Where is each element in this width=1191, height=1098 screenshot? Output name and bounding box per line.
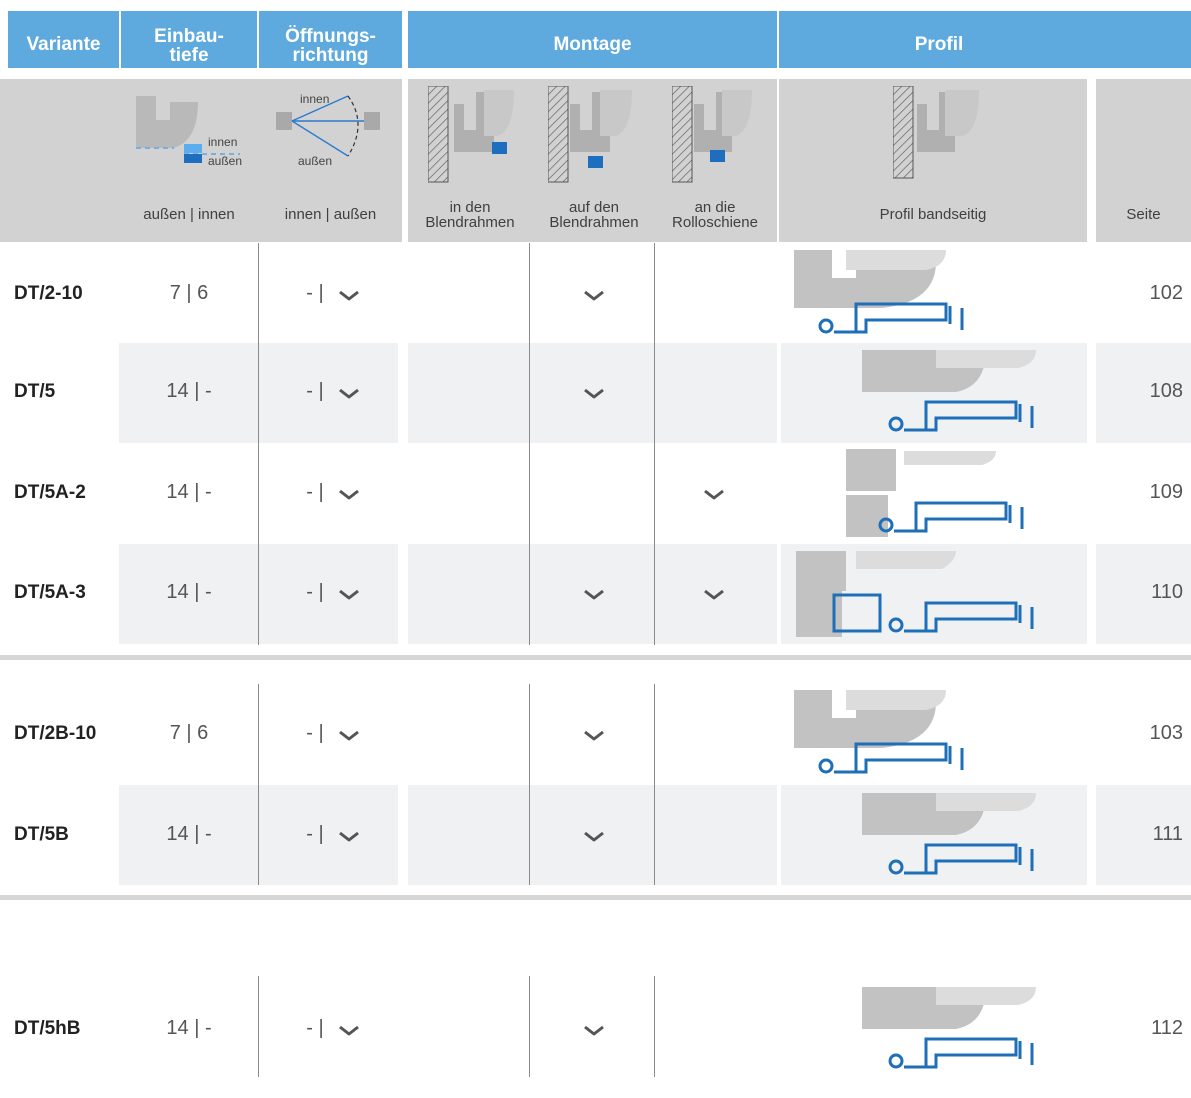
profile-drawing	[786, 346, 1046, 443]
group-separator-1	[0, 655, 1191, 660]
oeffnung-value: - |	[306, 481, 324, 503]
montage-auf-den-icon	[548, 86, 632, 183]
page-number: 109	[1149, 481, 1183, 503]
divider-montage-a-g1	[529, 243, 530, 645]
profil-bandseitig-icon	[893, 86, 979, 179]
oeffnung-check-icon	[338, 487, 360, 506]
an-die-check-icon	[703, 587, 725, 606]
oeffnung-value: - |	[306, 282, 324, 304]
page-number: 102	[1149, 282, 1183, 304]
oeffnung-check-icon	[338, 829, 360, 848]
sub-seite-label: Seite	[1126, 206, 1161, 223]
header-variante-label: Variante	[26, 34, 101, 55]
oeffnung-check-icon	[338, 587, 360, 606]
icon-label-innen: innen	[208, 135, 238, 149]
header-oeffnung-label: Öffnungs- richtung	[285, 26, 376, 66]
sub-montage-in-den: in den Blendrahmen	[425, 199, 515, 231]
an-die-check-icon	[703, 487, 725, 506]
oeffnung-value: - |	[306, 722, 324, 744]
oeffnung-value: - |	[306, 581, 324, 603]
profile-drawing	[786, 688, 1046, 785]
montage-in-den-icon	[428, 86, 514, 183]
sub-einbautiefe-label: außen | innen	[143, 206, 235, 223]
einbautiefe-value: 14 | -	[166, 823, 212, 845]
variant-name: DT/5A-2	[14, 482, 86, 503]
page-number: 108	[1149, 380, 1183, 402]
variant-name: DT/2B-10	[14, 723, 97, 744]
divider-oeffnung-g3	[258, 976, 259, 1077]
einbautiefe-value: 7 | 6	[169, 722, 209, 744]
profile-drawing	[786, 447, 1046, 544]
divider-montage-b-g2	[654, 684, 655, 885]
divider-montage-a-g3	[529, 976, 530, 1077]
divider-oeffnung-g1	[258, 243, 259, 645]
divider-montage-b-g1	[654, 243, 655, 645]
page-number: 112	[1151, 1017, 1183, 1039]
einbautiefe-value: 14 | -	[166, 1017, 212, 1039]
variant-name: DT/5A-3	[14, 582, 86, 603]
variant-name: DT/5B	[14, 824, 69, 845]
montage-an-die-icon	[672, 86, 752, 183]
oeffnung-check-icon	[338, 288, 360, 307]
einbautiefe-value: 7 | 6	[169, 282, 209, 304]
group-separator-2	[0, 895, 1191, 900]
oeffnung-value: - |	[306, 380, 324, 402]
divider-montage-b-g3	[654, 976, 655, 1077]
divider-oeffnung-g2	[258, 684, 259, 885]
page-number: 110	[1151, 581, 1183, 603]
variant-name: DT/2-10	[14, 283, 83, 304]
header-einbautiefe-label: Einbau- tiefe	[154, 26, 224, 66]
oeffnung-check-icon	[338, 386, 360, 405]
auf-den-check-icon	[583, 1023, 605, 1042]
sub-oeffnung-label: innen | außen	[284, 206, 377, 223]
sub-montage-an-die: an die Rolloschiene	[672, 199, 758, 231]
swing-label-innen: innen	[300, 92, 330, 106]
sub-montage-auf-den: auf den Blendrahmen	[549, 199, 639, 231]
oeffnung-value: - |	[306, 1017, 324, 1039]
auf-den-check-icon	[583, 829, 605, 848]
profile-drawing	[786, 248, 1046, 345]
auf-den-check-icon	[583, 386, 605, 405]
swing-label-aussen: außen	[298, 154, 333, 168]
divider-montage-a-g2	[529, 684, 530, 885]
auf-den-check-icon	[583, 728, 605, 747]
oeffnung-check-icon	[338, 1023, 360, 1042]
oeffnung-check-icon	[338, 728, 360, 747]
header-profil-label: Profil	[914, 34, 964, 55]
einbautiefe-value: 14 | -	[166, 481, 212, 503]
profile-drawing	[786, 789, 1046, 886]
einbautiefe-value: 14 | -	[166, 380, 212, 402]
auf-den-check-icon	[583, 587, 605, 606]
profile-drawing	[786, 547, 1046, 644]
variant-name: DT/5	[14, 381, 56, 402]
variant-name: DT/5hB	[14, 1018, 81, 1039]
einbautiefe-value: 14 | -	[166, 581, 212, 603]
profile-drawing	[786, 983, 1046, 1080]
header-montage-label: Montage	[553, 34, 632, 55]
page-number: 111	[1152, 823, 1183, 845]
auf-den-check-icon	[583, 288, 605, 307]
icon-label-aussen: außen	[208, 154, 243, 168]
oeffnung-value: - |	[306, 823, 324, 845]
sub-profil-label: Profil bandseitig	[879, 206, 987, 223]
oeffnung-swing-icon	[276, 95, 380, 157]
page-number: 103	[1149, 722, 1183, 744]
